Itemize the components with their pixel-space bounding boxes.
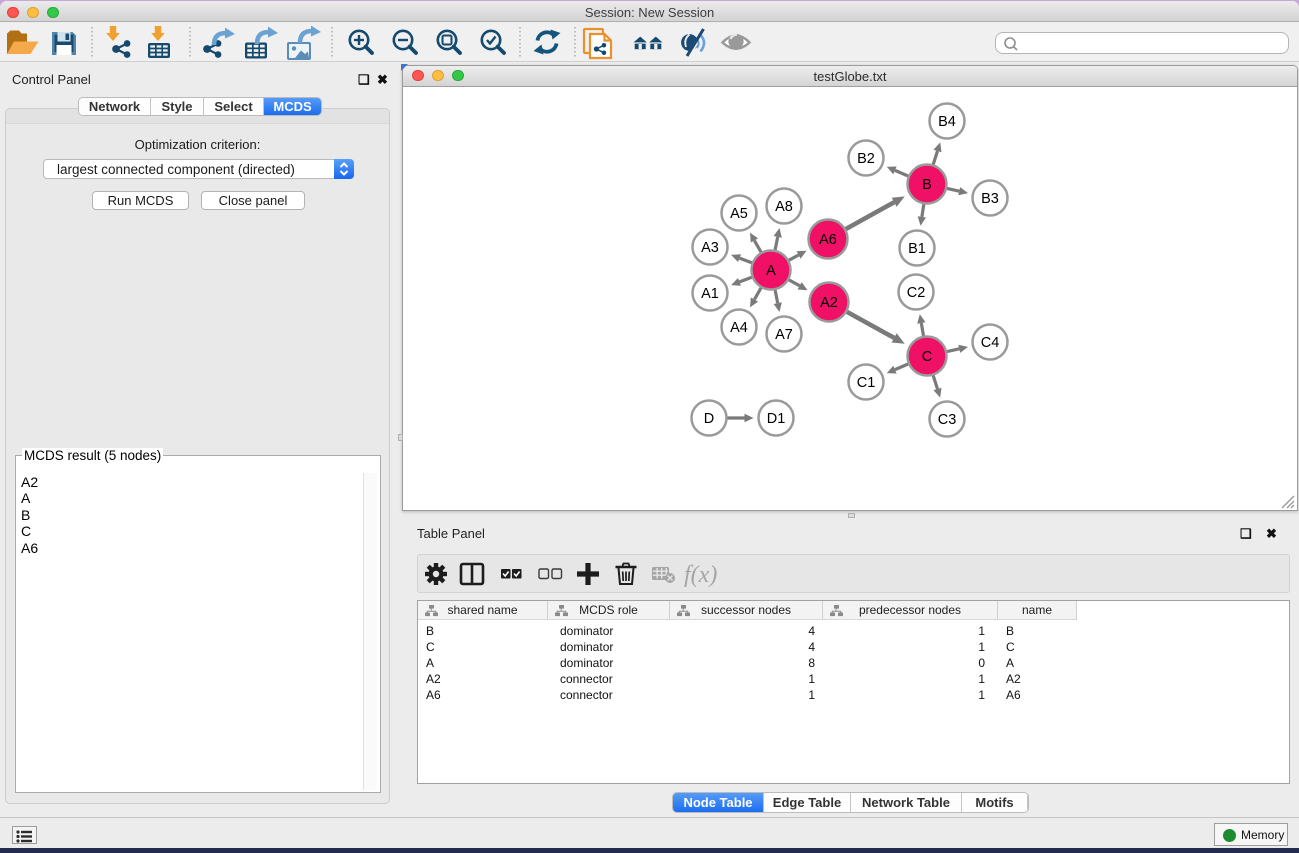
svg-text:C3: C3 [938,412,957,428]
svg-text:A2: A2 [820,295,838,311]
svg-text:D1: D1 [767,411,786,427]
svg-text:A8: A8 [775,199,793,215]
svg-text:A7: A7 [775,327,793,343]
svg-text:B2: B2 [857,151,875,167]
svg-text:B4: B4 [938,114,956,130]
svg-text:C1: C1 [857,375,876,391]
svg-text:A1: A1 [701,286,719,302]
svg-text:A4: A4 [730,320,748,336]
svg-text:A6: A6 [819,232,837,248]
svg-text:C2: C2 [907,285,926,301]
svg-text:B: B [922,177,932,193]
svg-text:D: D [704,411,714,427]
svg-text:B1: B1 [908,241,926,257]
svg-text:B3: B3 [981,191,999,207]
svg-text:A5: A5 [730,206,748,222]
svg-text:A3: A3 [701,240,719,256]
svg-text:C: C [922,349,932,365]
svg-text:C4: C4 [981,335,1000,351]
svg-text:f(x): f(x) [684,562,717,588]
svg-text:A: A [766,263,776,279]
